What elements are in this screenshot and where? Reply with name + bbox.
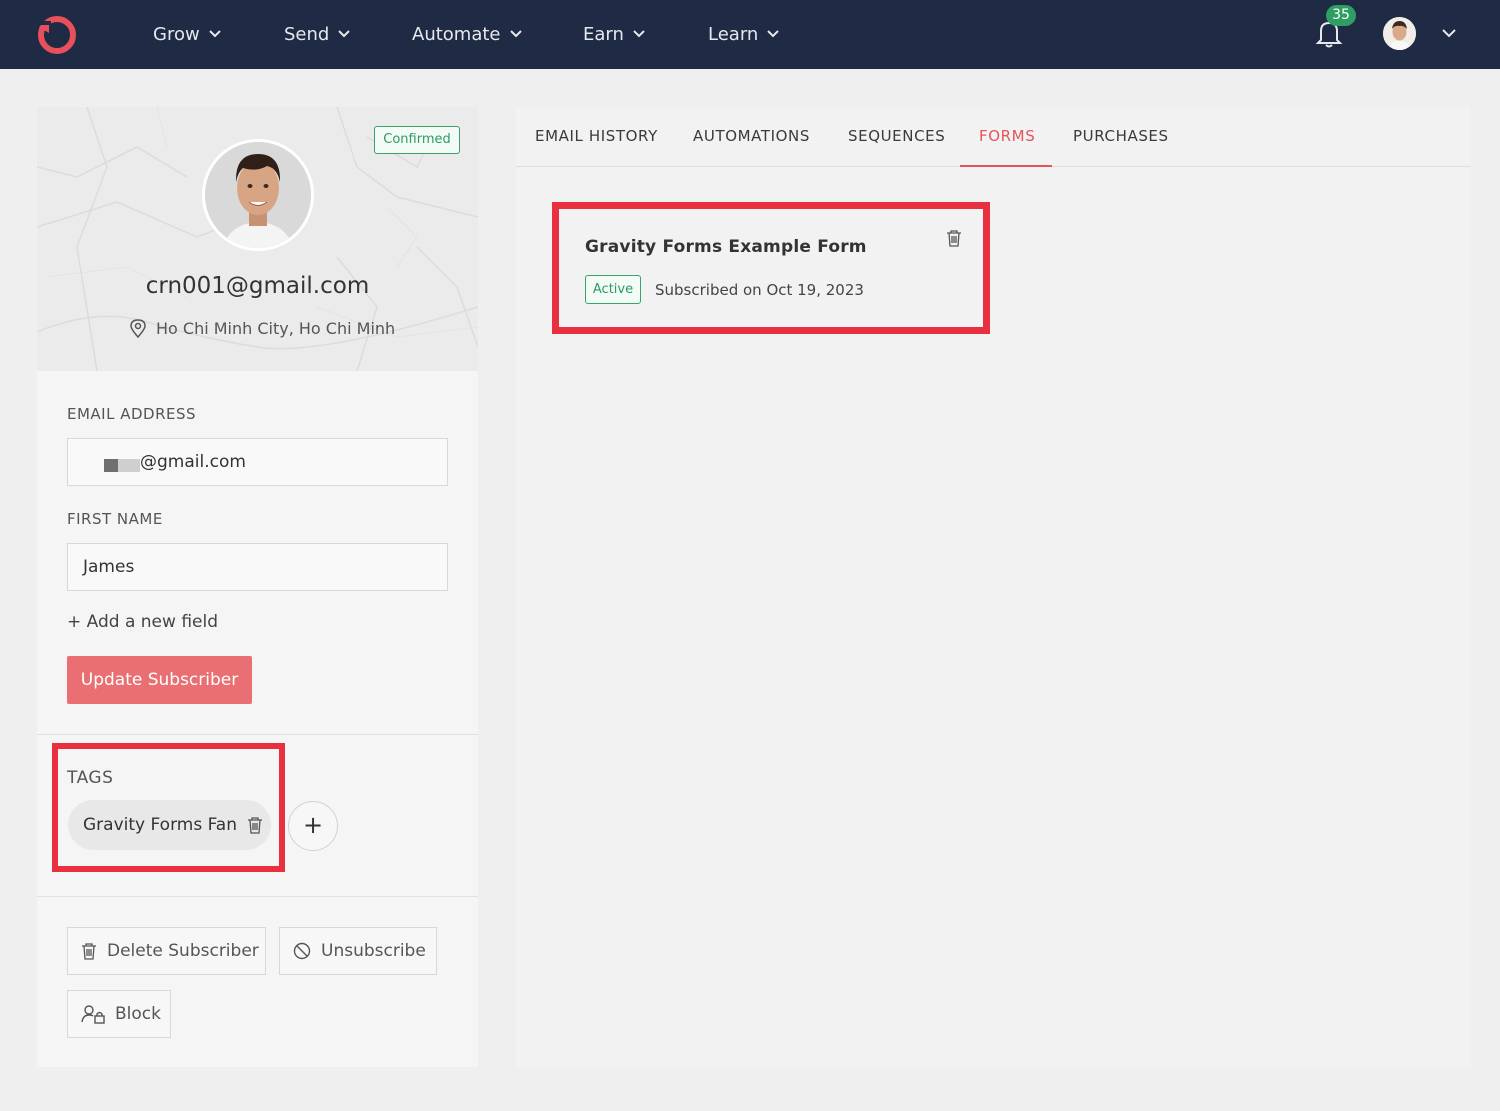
subscriber-profile-card: Confirmed crn001@gmail.com Ho Chi Minh C… (37, 107, 478, 1067)
unsubscribe-label: Unsubscribe (321, 941, 426, 961)
nav-earn-label: Earn (583, 23, 624, 45)
nav-send-label: Send (284, 23, 330, 45)
nav-grow[interactable]: Grow (153, 22, 221, 46)
profile-location: Ho Chi Minh City, Ho Chi Minh (129, 316, 395, 340)
unsubscribe-button[interactable]: Unsubscribe (279, 927, 437, 975)
confirmed-status-badge: Confirmed (374, 126, 460, 154)
map-pin-icon (130, 319, 146, 338)
tab-sequences[interactable]: SEQUENCES (848, 127, 945, 145)
form-title: Gravity Forms Example Form (585, 237, 867, 257)
tab-purchases[interactable]: PURCHASES (1073, 127, 1169, 145)
form-highlight-box (552, 202, 990, 334)
redacted-block (104, 459, 140, 472)
account-menu-chevron-icon[interactable] (1442, 28, 1456, 38)
nav-learn-label: Learn (708, 23, 759, 45)
profile-header: Confirmed crn001@gmail.com Ho Chi Minh C… (37, 107, 478, 371)
user-avatar[interactable] (1383, 17, 1416, 50)
divider (37, 734, 478, 735)
location-text: Ho Chi Minh City, Ho Chi Minh (156, 318, 396, 338)
email-field-value: @gmail.com (140, 452, 246, 472)
chevron-down-icon (633, 30, 645, 38)
avatar-icon (1383, 17, 1416, 50)
block-button[interactable]: Block (67, 990, 171, 1038)
nav-grow-label: Grow (153, 23, 200, 45)
trash-icon[interactable] (247, 816, 263, 834)
notification-badge: 35 (1326, 5, 1356, 26)
delete-subscriber-label: Delete Subscriber (107, 941, 259, 961)
tag-label: Gravity Forms Fan (83, 815, 237, 835)
chevron-down-icon (767, 30, 780, 38)
block-label: Block (115, 1004, 161, 1024)
nav-automate-label: Automate (412, 23, 501, 45)
first-name-field[interactable]: James (67, 543, 448, 591)
email-field[interactable]: @gmail.com (67, 438, 448, 486)
top-navigation: Grow Send Automate Earn Learn 35 (0, 0, 1500, 69)
add-tag-button[interactable]: + (288, 801, 338, 851)
tab-automations[interactable]: AUTOMATIONS (693, 127, 810, 145)
profile-email: crn001@gmail.com (145, 273, 370, 299)
person-photo-icon (205, 142, 311, 248)
profile-photo (202, 139, 314, 251)
update-subscriber-button[interactable]: Update Subscriber (67, 656, 252, 704)
nav-learn[interactable]: Learn (708, 22, 780, 46)
trash-icon (82, 943, 96, 960)
subscriber-activity-card: EMAIL HISTORY AUTOMATIONS SEQUENCES FORM… (516, 107, 1470, 1067)
tab-forms[interactable]: FORMS (979, 127, 1035, 145)
nav-send[interactable]: Send (284, 22, 351, 46)
delete-subscriber-button[interactable]: Delete Subscriber (67, 927, 266, 975)
email-address-label: EMAIL ADDRESS (67, 405, 197, 423)
form-subscribed-date: Subscribed on Oct 19, 2023 (655, 281, 864, 299)
tab-email-history[interactable]: EMAIL HISTORY (535, 127, 658, 145)
chevron-down-icon (509, 30, 522, 38)
form-status-badge: Active (585, 275, 641, 304)
prohibited-icon (293, 942, 311, 960)
tag-chip[interactable]: Gravity Forms Fan (68, 800, 271, 850)
trash-icon[interactable] (946, 229, 962, 247)
nav-automate[interactable]: Automate (412, 22, 522, 46)
tags-heading: TAGS (67, 768, 114, 788)
chevron-down-icon (338, 30, 351, 38)
add-new-field-link[interactable]: + Add a new field (67, 612, 218, 632)
logo-icon[interactable] (35, 13, 79, 57)
first-name-label: FIRST NAME (67, 510, 163, 528)
nav-earn[interactable]: Earn (583, 22, 645, 46)
divider (37, 896, 478, 897)
chevron-down-icon (208, 30, 221, 38)
tab-bar: EMAIL HISTORY AUTOMATIONS SEQUENCES FORM… (516, 107, 1470, 167)
user-lock-icon (81, 1005, 105, 1024)
first-name-value: James (83, 557, 135, 577)
active-tab-indicator (960, 165, 1052, 167)
